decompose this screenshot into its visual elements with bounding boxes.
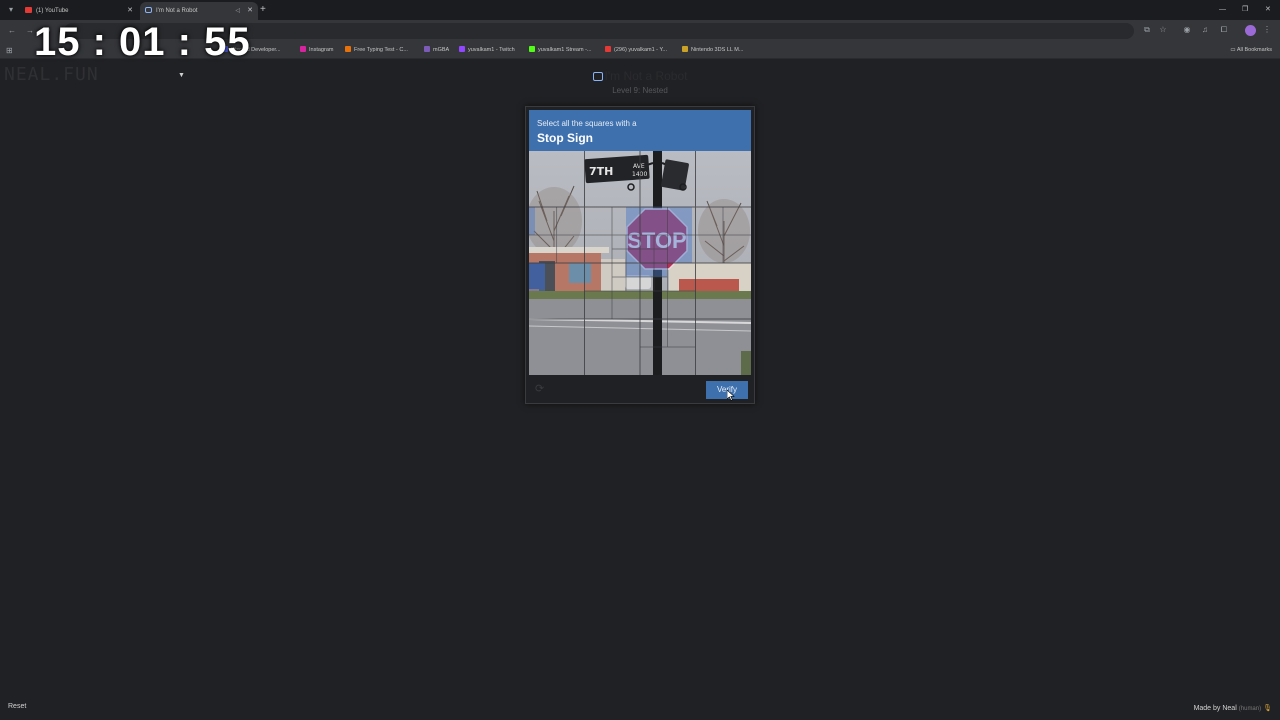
typing-test-icon [345,46,351,52]
bookmark-typing-test[interactable]: Free Typing Test - C... [345,45,408,56]
media-icon[interactable]: ♫ [1200,25,1210,35]
made-by-credit[interactable]: Made by Neal (human) 🎙 [1194,704,1272,712]
forward-icon[interactable]: → [26,24,34,38]
bookmark-twitch[interactable]: yuvalkam1 - Twitch [459,45,515,56]
kick-icon [529,46,535,52]
close-window-icon[interactable]: ✕ [1265,3,1271,17]
puzzle-icon[interactable]: ⧠ [1219,25,1229,35]
twitch-icon [459,46,465,52]
captcha-instruction: Select all the squares with a [537,119,637,128]
youtube-icon [605,46,611,52]
bookmark-youtube[interactable]: (296) yuvalkam1 - Y... [605,45,667,56]
bookmark-label: yuvalkam1 - Twitch [468,47,515,53]
apps-grid-icon[interactable]: ⊞ [6,46,13,55]
level-label: Level 9: Nested [612,86,668,95]
youtube-icon [25,7,32,13]
bookmark-label: Free Typing Test - C... [354,47,408,53]
all-bookmarks-button[interactable]: ▭ All Bookmarks [1230,45,1272,56]
close-tab-icon[interactable]: ✕ [127,3,133,19]
tab-youtube[interactable]: (1) YouTube ✕ [20,2,138,20]
tab-not-a-robot[interactable]: I'm Not a Robot ◁ ✕ [140,2,258,20]
restore-icon[interactable]: ❐ [1242,3,1248,17]
bookmark-label: (296) yuvalkam1 - Y... [614,47,667,53]
microphone-icon: 🎙 [1263,705,1272,712]
bookmark-nintendo[interactable]: Nintendo 3DS LL M... [682,45,743,56]
bookmark-label: yuvalkam1 Stream -... [538,47,592,53]
profile-avatar[interactable] [1245,25,1256,36]
page-title: I'm Not a Robot [0,69,1280,83]
tab-title: I'm Not a Robot [156,8,198,14]
bookmark-label: Instagram [309,47,334,53]
street-sign-text: 7TH [589,165,613,178]
captcha-header: Select all the squares with a Stop Sign [529,110,751,152]
all-bookmarks-label: All Bookmarks [1236,47,1272,53]
street-sign-text-right: AVE [633,163,645,170]
bookmark-kick[interactable]: yuvalkam1 Stream -... [529,45,592,56]
timer-overlay: 15 : 01 : 55 [34,20,251,64]
made-by-label: Made by Neal [1193,705,1237,712]
new-tab-button[interactable]: + [260,3,266,17]
tab-title: (1) YouTube [36,8,69,14]
reset-button[interactable]: Reset [8,703,26,710]
bookmark-mgba[interactable]: mGBA [424,45,449,56]
robot-icon [592,72,603,81]
captcha-target: Stop Sign [537,131,593,145]
bookmark-instagram[interactable]: Instagram [300,45,333,56]
instagram-icon [300,46,306,52]
bookmark-label: Nintendo 3DS LL M... [691,47,744,53]
tab-search-icon[interactable]: ▾ [4,3,18,17]
captcha-footer: ⟳ Verify [529,377,751,401]
page-title-text: I'm Not a Robot [604,69,688,83]
close-tab-icon[interactable]: ✕ [247,3,253,19]
back-icon[interactable]: ← [8,24,16,38]
nintendo-icon [682,46,688,52]
robot-icon [145,7,152,13]
extension-icon[interactable]: ◉ [1182,25,1192,35]
mgba-icon [424,46,430,52]
reload-icon[interactable]: ⟳ [535,383,544,395]
made-by-note: (human) [1238,706,1262,712]
translate-icon[interactable]: ⧉ [1142,25,1152,35]
mouse-cursor-icon [726,388,735,406]
folder-icon: ▭ [1230,47,1236,53]
captcha-image-grid[interactable]: 7TH AVE 1400 STOP [529,151,751,375]
bookmark-label: mGBA [433,47,450,53]
street-scene-image: 7TH AVE 1400 STOP [529,151,751,375]
star-icon[interactable]: ☆ [1158,25,1168,35]
captcha-widget: Select all the squares with a Stop Sign [525,106,755,404]
speaker-muted-icon[interactable]: ◁ [235,3,240,19]
menu-kebab-icon[interactable]: ⋮ [1262,25,1272,35]
minimize-icon[interactable]: — [1219,3,1226,17]
tab-bar: ▾ (1) YouTube ✕ I'm Not a Robot ◁ ✕ + — … [0,0,1280,20]
